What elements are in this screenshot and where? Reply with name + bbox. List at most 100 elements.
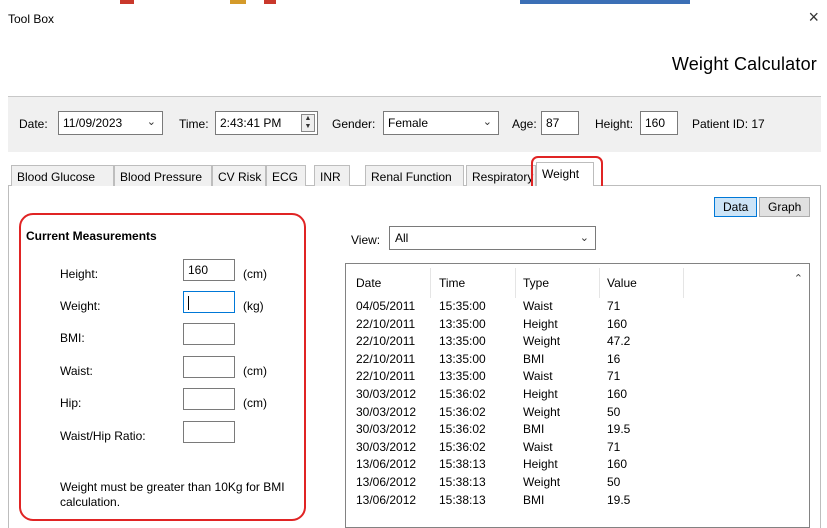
current-measurements-title: Current Measurements [26, 229, 157, 243]
table-cell: 71 [607, 439, 621, 454]
table-cell: BMI [523, 351, 545, 366]
view-filter-select[interactable]: All ⌄ [389, 226, 596, 250]
date-picker[interactable]: 11/09/2023 ⌄ [58, 111, 163, 135]
table-cell: Weight [523, 334, 561, 349]
history-header: Date Time Type Value [346, 264, 792, 298]
waist-measure-input[interactable] [183, 356, 235, 378]
table-cell: 71 [607, 299, 621, 313]
time-label: Time: [179, 117, 209, 131]
table-cell: Waist [523, 369, 553, 384]
text-cursor [188, 295, 189, 310]
chevron-down-icon: ⌄ [146, 116, 156, 128]
table-cell: 15:36:02 [439, 422, 486, 437]
bmi-note: Weight must be greater than 10Kg for BMI… [60, 480, 285, 509]
table-cell: 30/03/2012 [356, 404, 417, 419]
table-cell: 19.5 [607, 422, 631, 437]
table-cell: 30/03/2012 [356, 439, 417, 454]
table-cell: 22/10/2011 [356, 351, 416, 366]
table-cell: 30/03/2012 [356, 422, 417, 437]
table-cell: 71 [607, 369, 621, 384]
table-cell: Height [523, 387, 558, 401]
table-cell: 13:35:00 [439, 334, 486, 349]
window-title: Tool Box [8, 12, 55, 26]
patient-height-value: 160 [645, 116, 666, 130]
table-cell: Height [523, 457, 558, 472]
history-list[interactable]: Date Time Type Value ⌃ 04/05/2011 15:35:0… [345, 263, 810, 528]
table-cell: Weight [523, 475, 561, 489]
table-cell: 15:35:00 [439, 299, 486, 313]
table-cell: 13/06/2012 [356, 475, 417, 489]
table-cell: 22/10/2011 [356, 316, 416, 331]
height-unit: (cm) [243, 267, 267, 281]
waist-hip-ratio-label: Waist/Hip Ratio: [60, 429, 146, 443]
table-cell: 50 [607, 404, 621, 419]
tab-blood-glucose[interactable]: Blood Glucose [11, 165, 114, 186]
column-type[interactable]: Type [523, 276, 549, 290]
tab-ecg[interactable]: ECG [266, 165, 306, 186]
tab-blood-pressure[interactable]: Blood Pressure [114, 165, 212, 186]
table-cell: 30/03/2012 [356, 387, 417, 401]
age-value: 87 [546, 116, 560, 130]
patient-info-panel: Date: 11/09/2023 ⌄ Time: 2:43:41 PM ▲ ▼ … [8, 96, 821, 152]
weight-measure-input[interactable] [183, 291, 235, 313]
tab-renal-function[interactable]: Renal Function [365, 165, 464, 186]
table-cell: BMI [523, 422, 545, 437]
tab-weight[interactable]: Weight [536, 162, 594, 187]
table-cell: 13:35:00 [439, 369, 486, 384]
chevron-down-icon: ⌄ [579, 232, 589, 244]
height-measure-label: Height: [60, 267, 99, 281]
table-cell: 22/10/2011 [356, 334, 416, 349]
hip-measure-input[interactable] [183, 388, 235, 410]
table-cell: 160 [607, 457, 628, 472]
chevron-down-icon: ⌄ [482, 116, 492, 128]
calculator-title: Weight Calculator [671, 54, 817, 74]
gender-value: Female [388, 116, 429, 130]
title-bar: Tool Box × [0, 5, 827, 31]
table-cell: 160 [607, 316, 628, 331]
bmi-output [183, 323, 235, 345]
gender-select[interactable]: Female ⌄ [383, 111, 499, 135]
patient-id: Patient ID: 17 [692, 117, 765, 131]
hip-unit: (cm) [243, 396, 267, 410]
patient-height-field[interactable]: 160 [640, 111, 678, 135]
table-cell: 19.5 [607, 492, 631, 507]
table-cell: Waist [523, 439, 553, 454]
table-cell: 15:38:13 [439, 492, 486, 507]
close-icon[interactable]: × [808, 8, 819, 26]
view-filter-label: View: [351, 233, 381, 247]
table-cell: 15:38:13 [439, 475, 486, 489]
weight-unit: (kg) [243, 299, 264, 313]
data-view-button[interactable]: Data [714, 197, 758, 217]
scroll-up-icon[interactable]: ⌃ [794, 272, 803, 285]
time-picker[interactable]: 2:43:41 PM ▲ ▼ [215, 111, 318, 135]
hip-measure-label: Hip: [60, 396, 82, 410]
column-date[interactable]: Date [356, 276, 381, 290]
table-cell: 15:38:13 [439, 457, 486, 472]
height-measure-value: 160 [188, 263, 209, 277]
table-cell: 160 [607, 387, 628, 401]
table-cell: Height [523, 316, 558, 331]
tab-cv-risk[interactable]: CV Risk [212, 165, 266, 186]
table-cell: 15:36:02 [439, 387, 486, 401]
age-field[interactable]: 87 [541, 111, 579, 135]
height-label: Height: [595, 117, 634, 131]
tab-inr[interactable]: INR [314, 165, 350, 186]
gender-label: Gender: [332, 117, 376, 131]
table-cell: Waist [523, 299, 553, 313]
waist-unit: (cm) [243, 364, 267, 378]
table-cell: 22/10/2011 [356, 369, 416, 384]
height-measure-input[interactable]: 160 [183, 259, 235, 281]
time-spinner[interactable]: ▲ ▼ [301, 114, 315, 132]
date-label: Date: [19, 117, 48, 131]
spin-up-icon[interactable]: ▲ [302, 115, 314, 123]
tab-respiratory[interactable]: Respiratory [466, 165, 536, 186]
graph-view-button[interactable]: Graph [759, 197, 811, 217]
time-value: 2:43:41 PM [220, 116, 282, 130]
table-cell: 13/06/2012 [356, 492, 417, 507]
table-cell: 50 [607, 475, 621, 489]
column-value[interactable]: Value [607, 276, 637, 290]
table-cell: Weight [523, 404, 561, 419]
tab-strip: Blood Glucose Blood Pressure CV Risk ECG… [8, 162, 821, 187]
column-time[interactable]: Time [439, 276, 465, 290]
spin-down-icon[interactable]: ▼ [302, 123, 314, 131]
